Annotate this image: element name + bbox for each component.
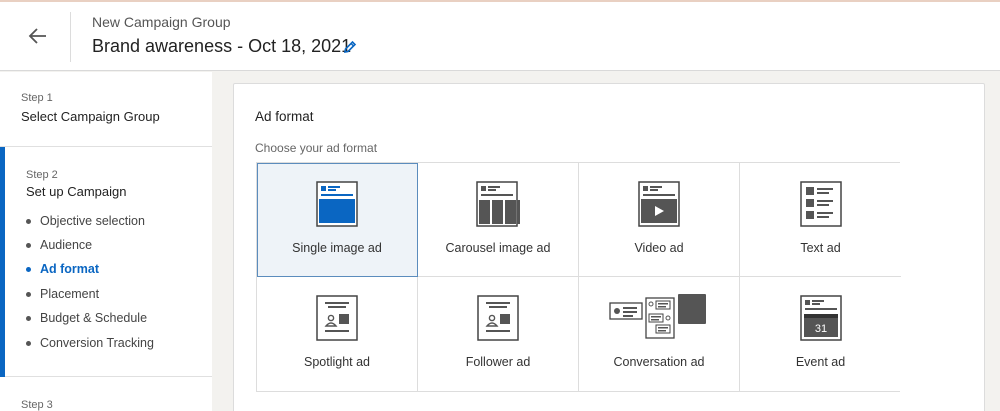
format-label: Video ad: [634, 241, 684, 255]
text-ad-icon: [799, 181, 842, 227]
format-label: Carousel image ad: [445, 241, 551, 255]
ad-format-panel: Ad format Choose your ad format Single i…: [233, 83, 985, 411]
format-card-video[interactable]: Video ad: [579, 163, 740, 277]
bullet-icon: [26, 266, 31, 272]
substep-budget-schedule[interactable]: Budget & Schedule: [26, 311, 147, 325]
format-card-text[interactable]: Text ad: [740, 163, 901, 277]
step-3[interactable]: Step 3: [0, 378, 212, 411]
step-1-title: Select Campaign Group: [21, 109, 160, 124]
ad-format-grid: Single image ad Carousel image ad Video …: [256, 162, 901, 392]
back-button[interactable]: [22, 20, 54, 52]
arrow-left-icon: [28, 28, 46, 44]
format-card-single-image[interactable]: Single image ad: [257, 163, 418, 277]
format-card-conversation[interactable]: Conversation ad: [579, 277, 740, 391]
substep-placement[interactable]: Placement: [26, 287, 99, 301]
bullet-icon: [26, 340, 31, 346]
step-1-label: Step 1: [21, 92, 53, 104]
substep-label: Budget & Schedule: [40, 311, 148, 325]
conversation-ad-icon: [609, 294, 706, 339]
calendar-day-label: 31: [814, 323, 826, 335]
header: New Campaign Group Brand awareness - Oct…: [0, 2, 1000, 71]
step-3-label: Step 3: [21, 399, 53, 411]
step-2: Step 2 Set up Campaign Objective selecti…: [0, 147, 212, 377]
substep-label: Placement: [40, 287, 100, 301]
step-1[interactable]: Step 1 Select Campaign Group: [0, 72, 212, 147]
page-title: Brand awareness - Oct 18, 2021: [92, 36, 352, 56]
carousel-ad-icon: [476, 181, 520, 227]
video-ad-icon: [638, 181, 680, 227]
format-card-follower[interactable]: Follower ad: [418, 277, 579, 391]
pencil-edit-icon[interactable]: [343, 40, 357, 54]
bullet-icon: [26, 218, 31, 224]
bullet-icon: [26, 242, 31, 248]
substep-label: Audience: [40, 238, 93, 252]
event-ad-icon: 31: [799, 295, 842, 341]
format-label: Single image ad: [292, 241, 382, 255]
section-subtitle: Choose your ad format: [255, 141, 378, 155]
format-card-spotlight[interactable]: Spotlight ad: [257, 277, 418, 391]
substep-label: Objective selection: [40, 214, 145, 228]
format-card-event[interactable]: 31 Event ad: [740, 277, 901, 391]
spotlight-ad-icon: [316, 295, 358, 341]
substep-objective-selection[interactable]: Objective selection: [26, 214, 145, 228]
format-card-carousel[interactable]: Carousel image ad: [418, 163, 579, 277]
substep-label: Conversion Tracking: [40, 336, 154, 350]
substep-label: Ad format: [40, 262, 100, 276]
bullet-icon: [26, 291, 31, 297]
single-image-ad-icon: [316, 181, 358, 227]
format-label: Text ad: [800, 241, 841, 255]
campaign-group-label: New Campaign Group: [92, 14, 231, 30]
header-divider: [70, 12, 71, 62]
follower-ad-icon: [477, 295, 519, 341]
step-2-label: Step 2: [26, 169, 58, 181]
substep-conversion-tracking[interactable]: Conversion Tracking: [26, 336, 154, 350]
substep-ad-format[interactable]: Ad format: [26, 262, 99, 276]
format-label: Follower ad: [465, 355, 531, 369]
section-title: Ad format: [255, 109, 314, 124]
bullet-icon: [26, 315, 31, 321]
format-label: Event ad: [795, 355, 846, 369]
substep-audience[interactable]: Audience: [26, 238, 92, 252]
active-step-indicator: [0, 147, 5, 377]
format-label: Conversation ad: [613, 355, 705, 369]
format-label: Spotlight ad: [303, 355, 371, 369]
step-2-title: Set up Campaign: [26, 184, 127, 199]
steps-sidebar: Step 1 Select Campaign Group Step 2 Set …: [0, 72, 212, 411]
